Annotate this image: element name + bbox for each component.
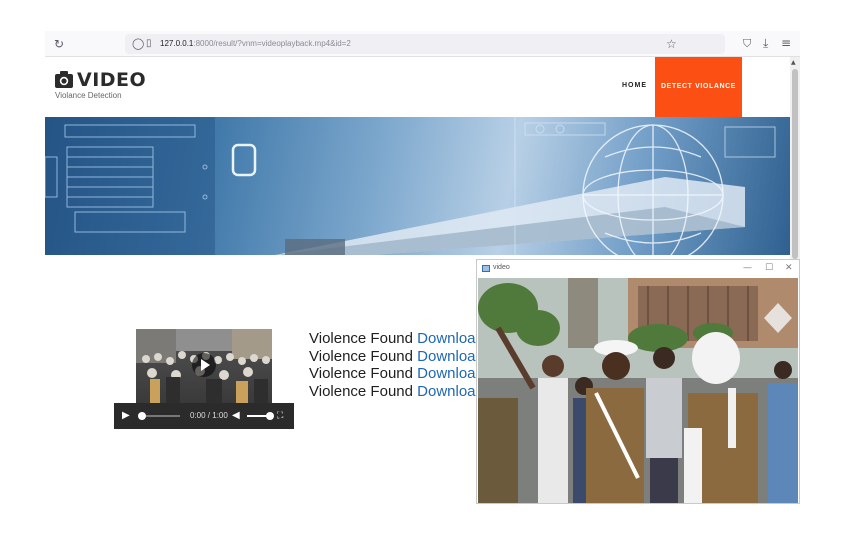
video-frame-display bbox=[478, 278, 798, 503]
results-list: Violence Found Download Violence Found D… bbox=[309, 330, 484, 400]
result-row: Violence Found Download bbox=[309, 383, 484, 401]
download-link[interactable]: Download bbox=[417, 348, 484, 365]
street-scene-image bbox=[478, 278, 798, 503]
time-display: 0:00 / 1:00 bbox=[190, 411, 228, 420]
result-label: Violence Found bbox=[309, 330, 413, 347]
site-header: VIDEO Violance Detection HOME DETECT VIO… bbox=[45, 57, 790, 117]
progress-slider[interactable] bbox=[138, 412, 180, 420]
url-text[interactable]: 127.0.0.1:8000/result/?vnm=videoplayback… bbox=[160, 39, 351, 48]
star-icon[interactable]: ☆ bbox=[666, 38, 677, 50]
close-icon[interactable]: ✕ bbox=[785, 263, 793, 273]
camera-icon bbox=[55, 71, 73, 88]
volume-knob[interactable] bbox=[266, 412, 274, 420]
download-link[interactable]: Download bbox=[417, 365, 484, 382]
pocket-icon[interactable]: ⛉ bbox=[743, 38, 751, 50]
fullscreen-icon[interactable]: ⛶ bbox=[277, 411, 283, 421]
download-icon[interactable]: ⤓ bbox=[763, 37, 768, 49]
window-titlebar[interactable]: video — ☐ ✕ bbox=[477, 260, 799, 278]
volume-slider[interactable] bbox=[247, 412, 274, 420]
shield-icon[interactable]: ◯ bbox=[132, 38, 144, 50]
result-row: Violence Found Download bbox=[309, 348, 484, 366]
result-row: Violence Found Download bbox=[309, 330, 484, 348]
url-host: 127.0.0.1 bbox=[160, 39, 194, 48]
hero-graphic bbox=[45, 117, 776, 255]
window-app-icon bbox=[482, 265, 490, 272]
download-link[interactable]: Download bbox=[417, 383, 484, 400]
result-label: Violence Found bbox=[309, 382, 413, 400]
scroll-up-icon[interactable]: ▲ bbox=[791, 59, 796, 66]
hero-banner bbox=[45, 117, 790, 255]
screen: ↻ ◯ ▯ 127.0.0.1:8000/result/?vnm=videopl… bbox=[0, 0, 852, 535]
browser-toolbar: ↻ ◯ ▯ 127.0.0.1:8000/result/?vnm=videopl… bbox=[45, 31, 800, 57]
video-controls: ▶ 0:00 / 1:00 ◀ ⛶ bbox=[114, 403, 294, 429]
scroll-thumb[interactable] bbox=[792, 69, 798, 259]
play-overlay-button[interactable] bbox=[192, 353, 216, 377]
nav-detect-violance[interactable]: DETECT VIOLANCE bbox=[655, 57, 742, 117]
menu-icon[interactable]: ≡ bbox=[781, 37, 791, 49]
result-row: Violence Found Download bbox=[309, 365, 484, 383]
download-link[interactable]: Download bbox=[417, 330, 484, 347]
play-icon[interactable]: ▶ bbox=[122, 411, 130, 421]
url-path: :8000/result/?vnm=videoplayback.mp4&id=2 bbox=[193, 39, 351, 48]
video-frame[interactable] bbox=[136, 329, 272, 403]
result-label: Violence Found bbox=[309, 347, 413, 365]
progress-knob[interactable] bbox=[138, 412, 146, 420]
logo-subtitle: Violance Detection bbox=[55, 91, 122, 100]
video-window[interactable]: video — ☐ ✕ bbox=[476, 259, 800, 504]
page-scrollbar[interactable]: ▲ bbox=[790, 57, 800, 260]
volume-icon[interactable]: ◀ bbox=[232, 411, 240, 421]
result-label: Violence Found bbox=[309, 365, 413, 382]
window-title: video bbox=[493, 264, 510, 271]
minimize-icon[interactable]: — bbox=[743, 263, 752, 273]
nav-home[interactable]: HOME bbox=[622, 82, 647, 89]
reload-icon[interactable]: ↻ bbox=[54, 38, 64, 50]
maximize-icon[interactable]: ☐ bbox=[765, 263, 773, 273]
logo-title: VIDEO bbox=[77, 69, 147, 91]
page-icon: ▯ bbox=[146, 38, 152, 49]
video-player[interactable]: ▶ 0:00 / 1:00 ◀ ⛶ bbox=[114, 329, 294, 429]
